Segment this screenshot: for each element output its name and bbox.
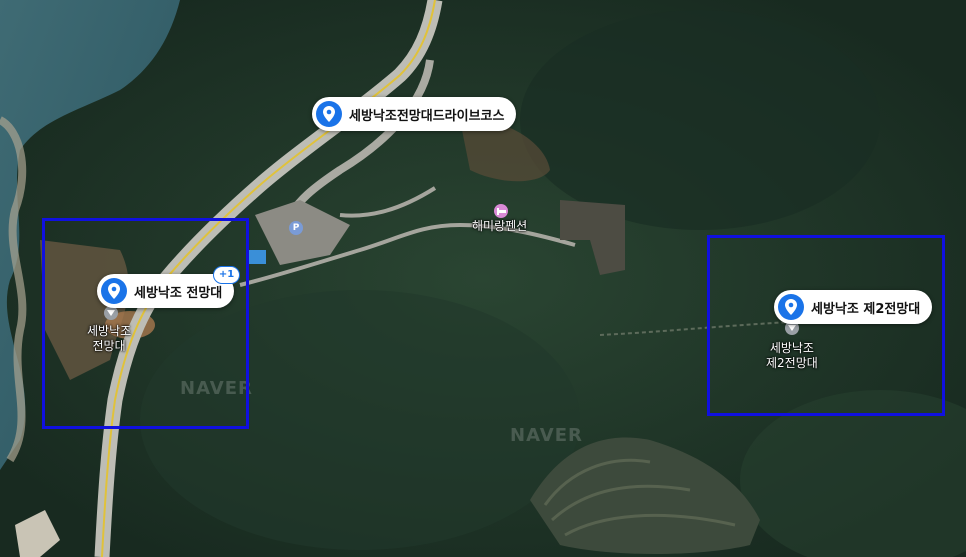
marker-second-observatory[interactable]: 세방낙조 제2전망대 — [774, 290, 933, 324]
pension-label[interactable]: 해미랑펜션 — [472, 219, 527, 234]
marker-label: 세방낙조전망대드라이브코스 — [349, 108, 505, 124]
observatory-icon[interactable] — [104, 306, 118, 320]
observatory-label[interactable]: 세방낙조 전망대 — [87, 324, 131, 354]
location-pin-icon — [316, 101, 342, 127]
second-observatory-label[interactable]: 세방낙조 제2전망대 — [766, 341, 818, 371]
location-pin-icon — [101, 278, 127, 304]
marker-label: 세방낙조 제2전망대 — [811, 301, 921, 317]
location-pin-icon — [778, 294, 804, 320]
marker-observatory[interactable]: 세방낙조 전망대 +1 — [97, 266, 241, 308]
cluster-count-badge[interactable]: +1 — [212, 266, 241, 284]
selection-box-second-observatory — [707, 235, 945, 416]
marker-label: 세방낙조 전망대 — [134, 285, 223, 301]
selection-box-observatory — [42, 218, 249, 429]
marker-drive-course[interactable]: 세방낙조전망대드라이브코스 — [312, 97, 517, 131]
forest-shade — [520, 10, 880, 230]
building-roof — [248, 250, 266, 264]
map-watermark: NAVER — [510, 425, 583, 446]
pension-icon[interactable] — [494, 204, 508, 218]
parking-icon[interactable]: P — [289, 221, 303, 235]
